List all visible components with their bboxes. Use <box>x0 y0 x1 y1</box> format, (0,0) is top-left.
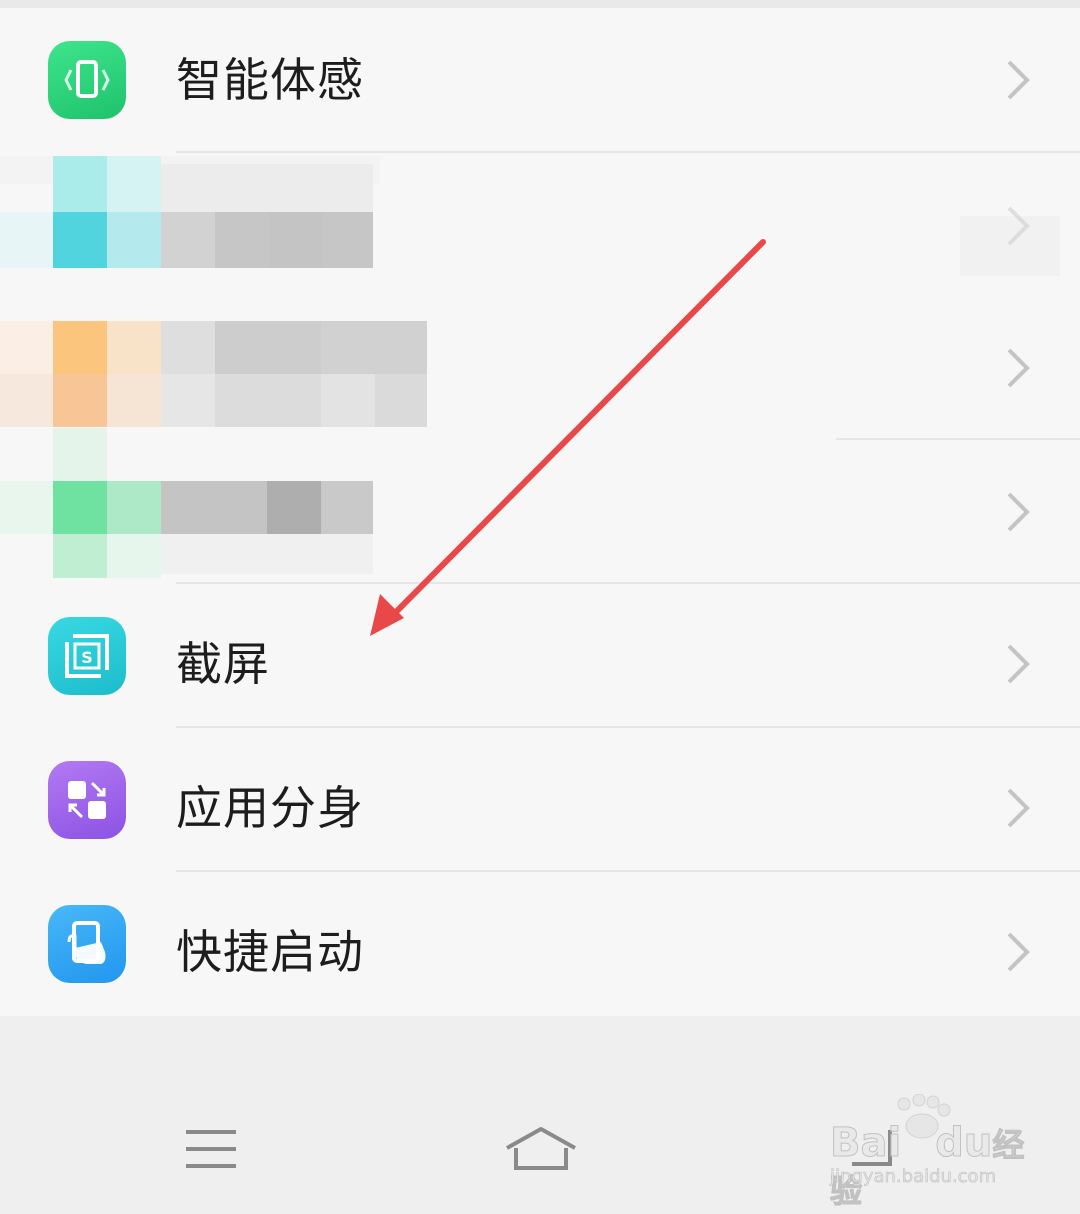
menu-icon[interactable] <box>184 1128 238 1172</box>
watermark-url: jingyan.baidu.com <box>830 1166 997 1188</box>
baidu-watermark: Bai du经验 jingyan.baidu.com <box>826 1093 1026 1211</box>
home-icon[interactable] <box>504 1126 578 1172</box>
